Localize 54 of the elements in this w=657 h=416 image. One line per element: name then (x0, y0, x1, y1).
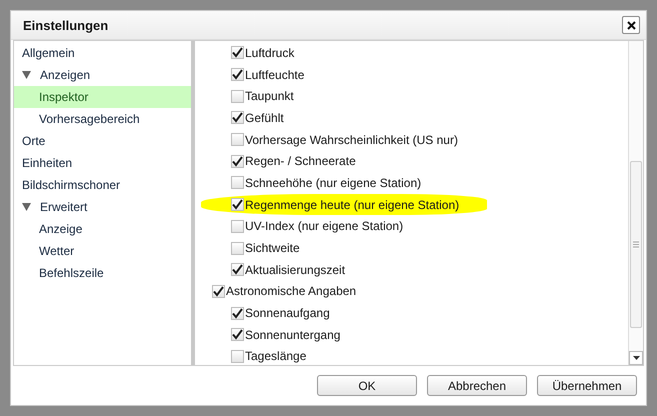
sidebar-item[interactable]: Orte (14, 130, 191, 152)
sidebar-item[interactable]: Vorhersagebereich (14, 108, 191, 130)
option-label: Luftdruck (245, 46, 294, 60)
checkbox[interactable] (231, 306, 244, 320)
scrollbar[interactable] (628, 41, 643, 365)
expand-triangle-icon[interactable] (22, 71, 31, 79)
option-label: Vorhersage Wahrscheinlichkeit (US nur) (245, 132, 458, 147)
checkbox[interactable] (231, 90, 244, 103)
dialog-button[interactable]: Abbrechen (427, 375, 527, 396)
checkbox[interactable] (231, 46, 244, 60)
down-triangle-icon (632, 356, 640, 360)
checkbox[interactable] (231, 328, 244, 342)
dialog-button[interactable]: OK (317, 375, 417, 396)
checkbox[interactable] (231, 154, 244, 168)
scroll-down-button[interactable] (629, 351, 643, 365)
option-label: Sichtweite (245, 241, 300, 256)
sidebar-item[interactable]: Allgemein (14, 42, 191, 64)
close-icon (626, 20, 636, 30)
checkbox[interactable] (231, 198, 244, 212)
sidebar-item[interactable]: Erweitert (14, 196, 191, 218)
option-label: UV-Index (nur eigene Station) (245, 219, 404, 234)
dialog-button[interactable]: Übernehmen (537, 375, 637, 396)
checkbox[interactable] (231, 133, 244, 146)
sidebar-item[interactable]: Anzeige (14, 218, 191, 240)
option-label: Regen- / Schneerate (245, 154, 356, 168)
checkbox[interactable] (231, 263, 244, 276)
checkbox[interactable] (231, 242, 244, 255)
option-label: Sonnenaufgang (245, 306, 330, 320)
close-button[interactable] (622, 16, 640, 34)
option-label: Taupunkt (245, 89, 294, 104)
expand-triangle-icon[interactable] (22, 203, 31, 211)
option-label: Gefühlt (245, 110, 284, 125)
checkbox[interactable] (231, 220, 244, 233)
option-label: Astronomische Angaben (226, 284, 356, 298)
sidebar-item[interactable]: Anzeigen (14, 64, 191, 86)
option-label: Schneehöhe (nur eigene Station) (245, 176, 422, 190)
checkbox[interactable] (212, 284, 225, 298)
window-title: Einstellungen (23, 18, 108, 32)
sidebar-item[interactable]: Bildschirmschoner (14, 174, 191, 196)
sidebar-item[interactable]: Inspektor (14, 86, 191, 108)
sidebar-item[interactable]: Befehlszeile (14, 262, 191, 284)
grip-icon (633, 241, 639, 248)
sidebar-item[interactable]: Einheiten (14, 152, 191, 174)
option-label: Tageslänge (245, 349, 306, 364)
sidebar-item[interactable]: Wetter (14, 240, 191, 262)
checkbox[interactable] (231, 350, 244, 363)
checkbox[interactable] (231, 176, 244, 190)
option-label: Aktualisierungszeit (245, 262, 346, 277)
checkbox[interactable] (231, 111, 244, 124)
option-label: Luftfeuchte (245, 68, 304, 82)
checkbox[interactable] (231, 68, 244, 82)
option-label: Regenmenge heute (nur eigene Station) (245, 198, 460, 212)
scroll-thumb[interactable] (630, 161, 642, 328)
option-label: Sonnenuntergang (245, 328, 340, 342)
